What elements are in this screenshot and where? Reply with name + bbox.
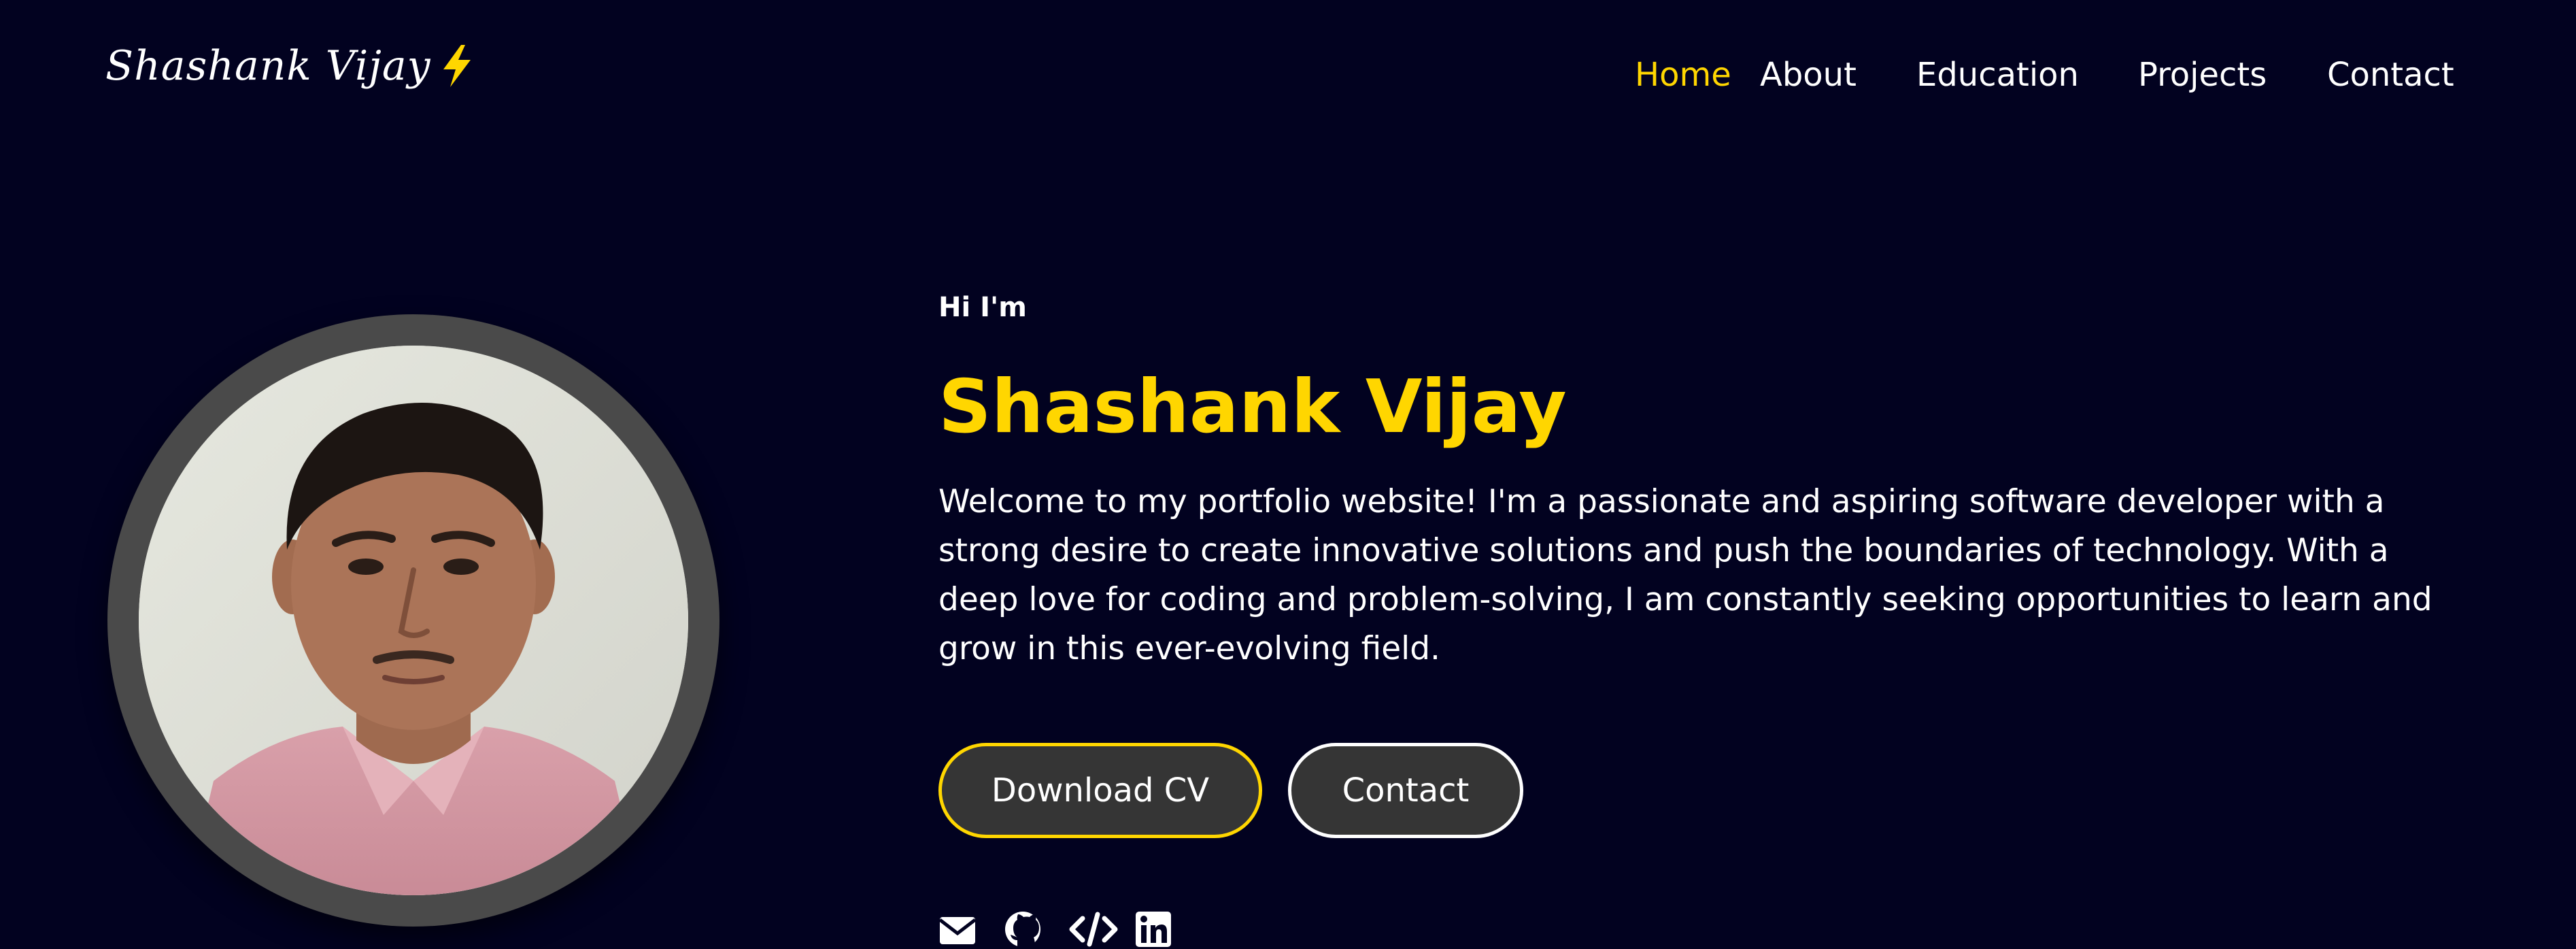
code-icon[interactable]: [1069, 910, 1118, 948]
hero-name: Shashank Vijay: [938, 365, 1567, 450]
hero-section: Hi I'm Shashank Vijay Welcome to my port…: [938, 286, 2475, 673]
nav-home[interactable]: Home: [1635, 49, 1731, 101]
social-links: [938, 910, 1172, 948]
nav-projects[interactable]: Projects: [2138, 49, 2267, 101]
greeting: Hi I'm: [938, 292, 1027, 323]
contact-button[interactable]: Contact: [1288, 743, 1523, 838]
hero-actions: Download CV Contact: [938, 743, 1523, 838]
nav-about[interactable]: About: [1760, 49, 1857, 101]
github-icon[interactable]: [1004, 910, 1042, 948]
nav-contact[interactable]: Contact: [2327, 49, 2454, 101]
linkedin-icon[interactable]: [1134, 910, 1172, 948]
avatar: [139, 346, 688, 895]
hero-description: Welcome to my portfolio website! I'm a p…: [938, 483, 2433, 667]
download-cv-button[interactable]: Download CV: [938, 743, 1262, 838]
nav-education[interactable]: Education: [1916, 49, 2079, 101]
avatar-frame: [107, 314, 719, 927]
main-nav: Home About Education Projects Contact: [0, 49, 2576, 101]
envelope-icon[interactable]: [938, 910, 977, 948]
